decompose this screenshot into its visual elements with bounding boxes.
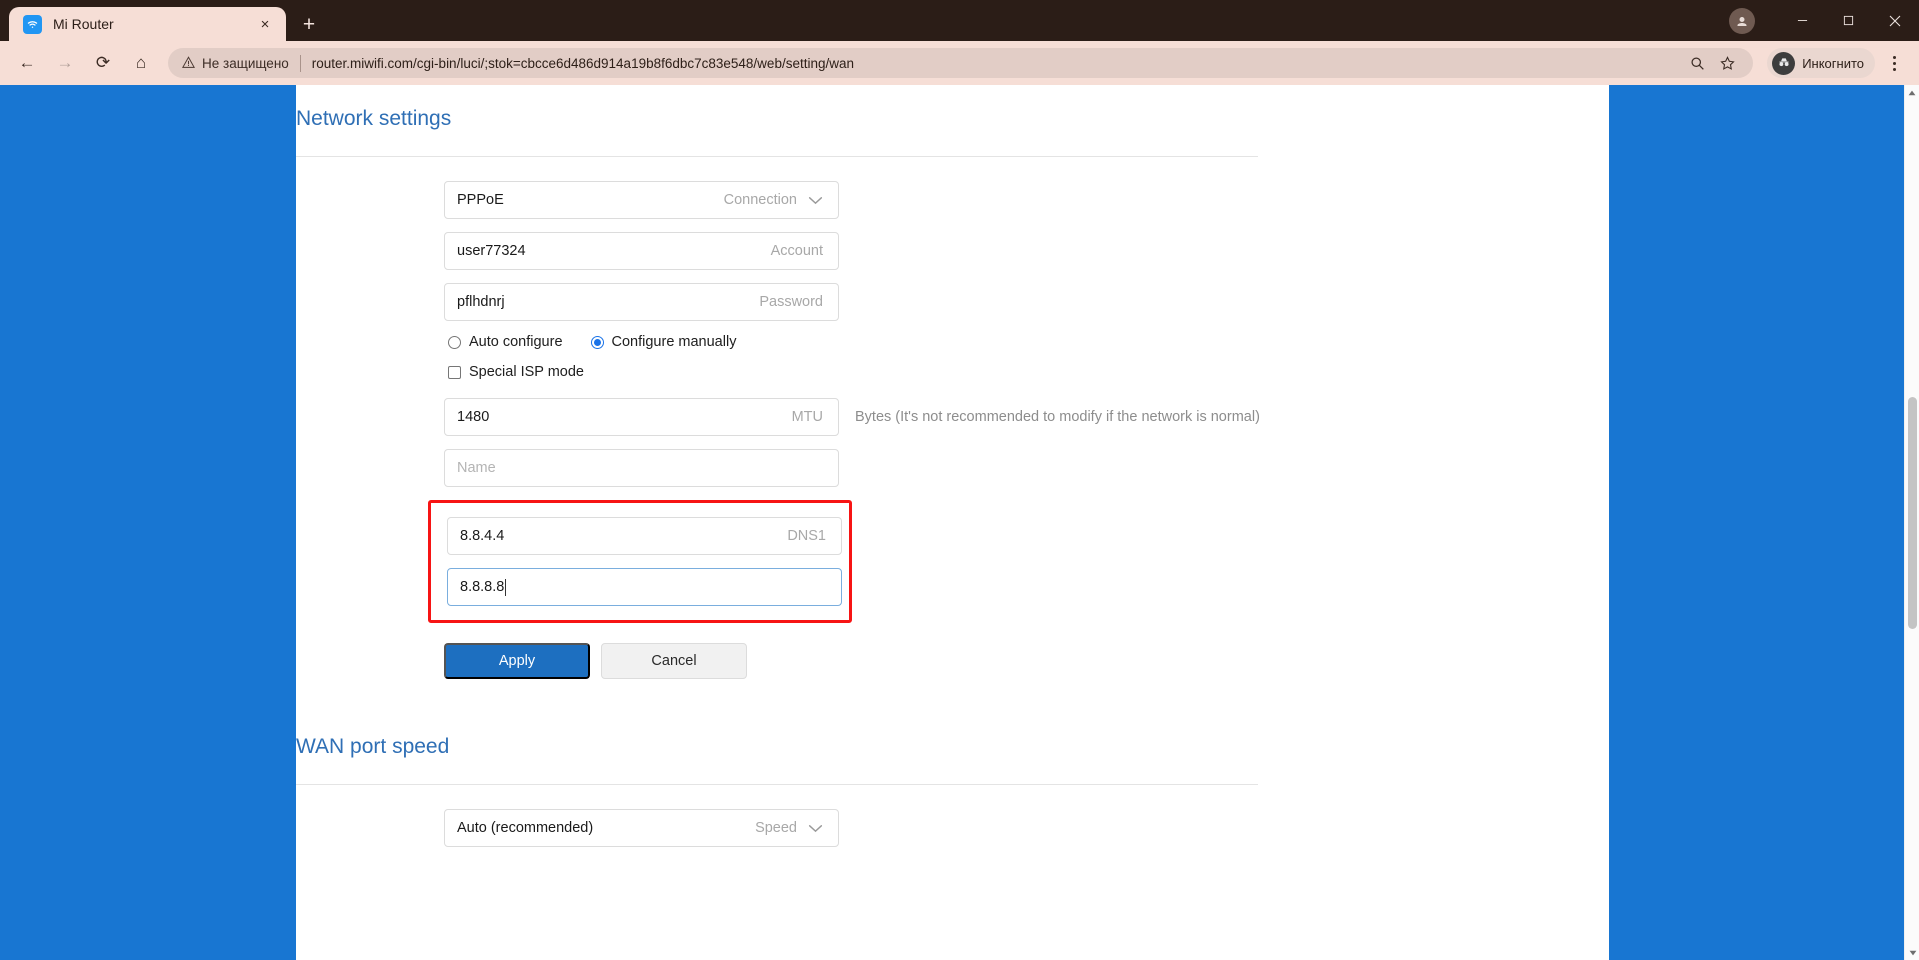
account-input[interactable]: user77324 Account xyxy=(444,232,839,270)
incognito-indicator[interactable]: Инкогнито xyxy=(1767,48,1875,78)
tab-title: Mi Router xyxy=(53,16,114,32)
speed-select[interactable]: Auto (recommended) Speed xyxy=(444,809,839,847)
star-icon[interactable] xyxy=(1713,49,1741,77)
password-row: pflhdnrj Password xyxy=(444,283,1609,321)
incognito-icon xyxy=(1772,51,1796,75)
back-icon[interactable]: ← xyxy=(10,46,44,80)
speed-value: Auto (recommended) xyxy=(457,820,594,836)
cancel-button[interactable]: Cancel xyxy=(601,643,747,679)
mtu-label: MTU xyxy=(791,409,823,425)
warning-triangle-icon xyxy=(181,55,196,71)
radio-configure-manually[interactable]: Configure manually xyxy=(590,334,737,350)
window-controls xyxy=(1729,0,1919,41)
speed-label: Speed xyxy=(755,820,797,836)
connection-label: Connection xyxy=(723,192,797,208)
address-bar[interactable]: Не защищено router.miwifi.com/cgi-bin/lu… xyxy=(168,48,1754,78)
mtu-value: 1480 xyxy=(457,409,490,425)
omnibox-actions xyxy=(1683,49,1741,77)
account-value: user77324 xyxy=(457,243,526,259)
wifi-icon xyxy=(23,14,42,34)
special-isp-mode-label: Special ISP mode xyxy=(469,364,584,380)
radio-icon[interactable] xyxy=(448,335,461,349)
chevron-down-icon[interactable] xyxy=(808,196,823,205)
profile-avatar[interactable] xyxy=(1729,7,1755,34)
new-tab-button[interactable]: + xyxy=(293,8,325,40)
mtu-hint: Bytes (It's not recommended to modify if… xyxy=(855,409,1260,425)
connection-row: PPPoE Connection xyxy=(444,181,1609,219)
scrollbar-thumb[interactable] xyxy=(1908,397,1917,629)
page-background-left xyxy=(0,85,296,960)
scroll-up-arrow-icon[interactable] xyxy=(1905,85,1919,100)
router-admin-page: Network settings PPPoE Connection user77… xyxy=(296,85,1609,960)
page-viewport: Network settings PPPoE Connection user77… xyxy=(0,85,1919,960)
security-status-label: Не защищено xyxy=(202,55,289,71)
window-close-button[interactable] xyxy=(1871,0,1919,41)
configure-mode-radio-group: Auto configure Configure manually xyxy=(448,334,1609,350)
reload-icon[interactable]: ⟳ xyxy=(86,46,120,80)
password-input[interactable]: pflhdnrj Password xyxy=(444,283,839,321)
name-placeholder: Name xyxy=(457,460,496,476)
page-scrollbar[interactable] xyxy=(1904,85,1919,960)
browser-tab[interactable]: Mi Router × xyxy=(9,7,286,41)
wan-port-speed-form: Auto (recommended) Speed xyxy=(296,785,1609,847)
page-title: Network settings xyxy=(296,107,452,130)
dns1-input[interactable]: 8.8.4.4 DNS1 xyxy=(447,517,842,555)
maximize-button[interactable] xyxy=(1825,0,1871,41)
close-icon[interactable]: × xyxy=(254,13,276,35)
dns2-input[interactable]: 8.8.8.8 xyxy=(447,568,842,606)
tab-strip: Mi Router × + xyxy=(0,0,1919,41)
account-label: Account xyxy=(770,243,823,259)
form-actions: Apply Cancel xyxy=(444,643,1609,679)
divider xyxy=(299,54,301,72)
password-label: Password xyxy=(759,294,823,310)
dns1-label: DNS1 xyxy=(787,528,826,544)
dns1-row: 8.8.4.4 DNS1 xyxy=(447,517,849,555)
home-icon[interactable]: ⌂ xyxy=(124,46,158,80)
radio-auto-configure-label: Auto configure xyxy=(469,334,563,350)
connection-value: PPPoE xyxy=(457,192,504,208)
search-icon[interactable] xyxy=(1683,49,1711,77)
forward-icon[interactable]: → xyxy=(48,46,82,80)
browser-toolbar: ← → ⟳ ⌂ Не защищено router.miwifi.com/cg… xyxy=(0,41,1919,85)
password-value: pflhdnrj xyxy=(457,294,505,310)
page-background-right xyxy=(1609,85,1919,960)
account-row: user77324 Account xyxy=(444,232,1609,270)
scroll-down-arrow-icon[interactable] xyxy=(1905,945,1919,960)
url-text: router.miwifi.com/cgi-bin/luci/;stok=cbc… xyxy=(311,55,854,71)
browser-window: Mi Router × + ← → ⟳ ⌂ Не защищено router… xyxy=(0,0,1919,960)
dns2-row: 8.8.8.8 xyxy=(447,568,849,606)
apply-button[interactable]: Apply xyxy=(444,643,590,679)
radio-icon-selected[interactable] xyxy=(590,335,604,349)
name-input[interactable]: Name xyxy=(444,449,839,487)
chevron-down-icon[interactable] xyxy=(808,824,823,833)
text-caret xyxy=(505,578,507,596)
incognito-label: Инкогнито xyxy=(1802,55,1864,71)
dns2-text: 8.8.8.8 xyxy=(460,579,505,595)
special-isp-mode-row[interactable]: Special ISP mode xyxy=(448,364,1609,380)
name-row: Name xyxy=(444,449,1609,487)
dns2-value: 8.8.8.8 xyxy=(460,578,826,596)
dns-highlight-box: 8.8.4.4 DNS1 8.8.8.8 xyxy=(428,500,852,623)
checkbox-icon[interactable] xyxy=(448,365,461,379)
page-content: Network settings PPPoE Connection user77… xyxy=(296,85,1609,847)
connection-select[interactable]: PPPoE Connection xyxy=(444,181,839,219)
menu-dots-icon[interactable] xyxy=(1879,48,1909,78)
mtu-row: 1480 MTU Bytes (It's not recommended to … xyxy=(444,398,1609,436)
radio-configure-manually-label: Configure manually xyxy=(611,334,737,350)
network-settings-form: PPPoE Connection user77324 Account pflhd… xyxy=(296,157,1609,679)
speed-row: Auto (recommended) Speed xyxy=(444,809,1609,847)
radio-auto-configure[interactable]: Auto configure xyxy=(448,334,563,350)
mtu-input[interactable]: 1480 MTU xyxy=(444,398,839,436)
minimize-button[interactable] xyxy=(1779,0,1825,41)
wan-port-speed-title: WAN port speed xyxy=(296,735,450,758)
dns1-value: 8.8.4.4 xyxy=(460,528,505,544)
